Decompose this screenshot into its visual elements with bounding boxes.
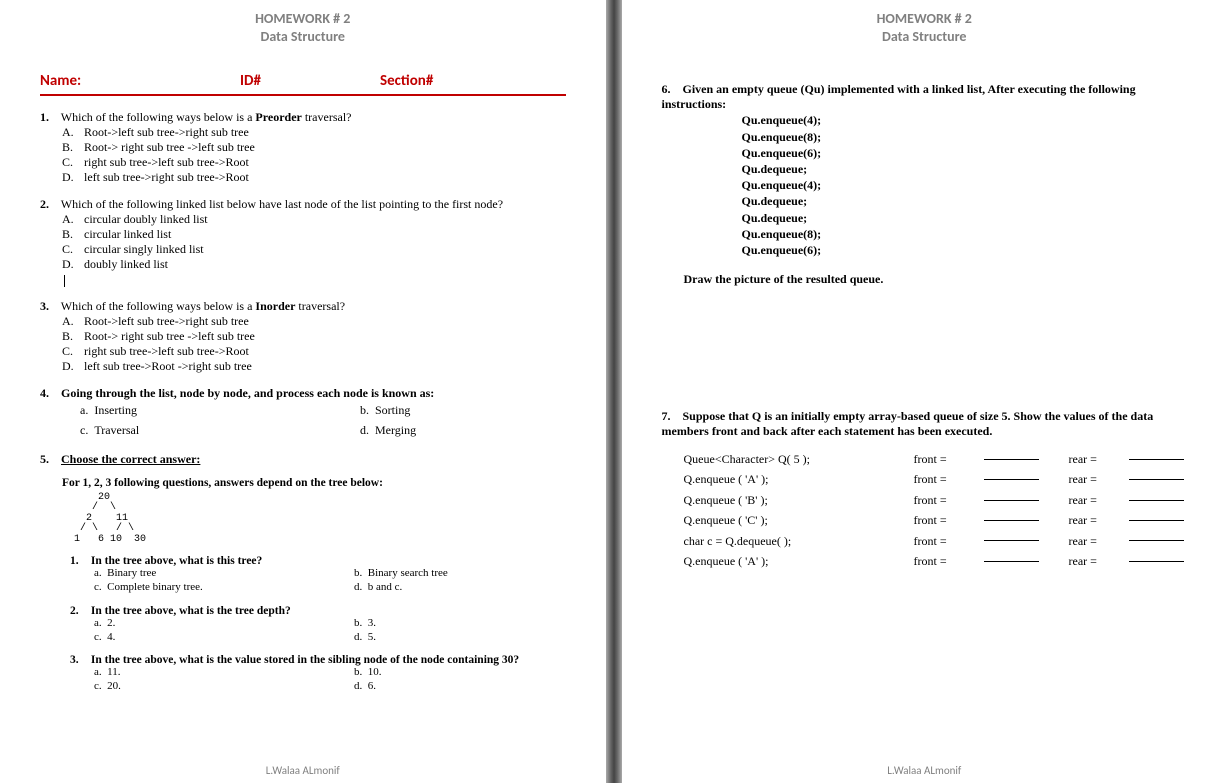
table-row: Queue<Character> Q( 5 ); front = rear = <box>684 449 1188 469</box>
page-1: HOMEWORK # 2 Data Structure Name: ID# Se… <box>0 0 606 783</box>
q2-options: A.circular doubly linked list B.circular… <box>62 212 566 287</box>
tree-diagram: 20 / \ 2 11 / \ / \ 1 6 10 30 <box>62 493 566 546</box>
text-cursor <box>64 275 65 287</box>
q3-number: 3. <box>40 299 58 314</box>
blank-line <box>1129 449 1184 460</box>
header-subtitle: Data Structure <box>40 28 566 46</box>
q1-number: 1. <box>40 110 58 125</box>
q1-text: Which of the following ways below is a P… <box>61 110 352 124</box>
q5-head: Choose the correct answer: <box>61 452 200 466</box>
section-label: Section# <box>380 72 433 90</box>
name-label: Name: <box>40 72 240 90</box>
blank-line <box>984 490 1039 501</box>
blank-line <box>1129 551 1184 562</box>
table-row: Q.enqueue ( 'A' ); front = rear = <box>684 551 1188 571</box>
q1-options: A.Root->left sub tree->right sub tree B.… <box>62 125 566 185</box>
q6-code: Qu.enqueue(4); Qu.enqueue(8); Qu.enqueue… <box>742 112 1188 258</box>
page-header: HOMEWORK # 2 Data Structure <box>662 10 1188 46</box>
header-subtitle: Data Structure <box>662 28 1188 46</box>
q4-options: a. Inserting b. Sorting c. Traversal d. … <box>80 401 566 439</box>
page-footer: L.Walaa ALmonif <box>662 756 1188 777</box>
q3-options: A.Root->left sub tree->right sub tree B.… <box>62 314 566 374</box>
question-7: 7. Suppose that Q is an initially empty … <box>662 409 1188 571</box>
question-6: 6. Given an empty queue (Qu) implemented… <box>662 82 1188 287</box>
blank-line <box>1129 510 1184 521</box>
blank-line <box>984 510 1039 521</box>
student-info-row: Name: ID# Section# <box>40 72 566 90</box>
q5-number: 5. <box>40 452 58 467</box>
q4-number: 4. <box>40 386 58 401</box>
q7-table: Queue<Character> Q( 5 ); front = rear = … <box>684 449 1188 571</box>
q6-draw: Draw the picture of the resulted queue. <box>684 272 1188 287</box>
page-footer: L.Walaa ALmonif <box>40 756 566 777</box>
blank-line <box>984 449 1039 460</box>
q6-text: Given an empty queue (Qu) implemented wi… <box>662 82 1136 111</box>
blank-line <box>984 551 1039 562</box>
blank-line <box>984 531 1039 542</box>
question-5: 5. Choose the correct answer: For 1, 2, … <box>40 452 566 694</box>
q4-text: Going through the list, node by node, an… <box>61 386 434 400</box>
blank-line <box>984 469 1039 480</box>
q3-text: Which of the following ways below is a I… <box>61 299 345 313</box>
page-divider <box>606 0 622 783</box>
q5-subheader: For 1, 2, 3 following questions, answers… <box>62 477 566 489</box>
id-label: ID# <box>240 72 380 90</box>
table-row: Q.enqueue ( 'B' ); front = rear = <box>684 490 1188 510</box>
red-rule <box>40 94 566 96</box>
page-header: HOMEWORK # 2 Data Structure <box>40 10 566 46</box>
q7-number: 7. <box>662 409 680 424</box>
question-4: 4. Going through the list, node by node,… <box>40 386 566 439</box>
q5-sub2: 2. In the tree above, what is the tree d… <box>70 605 566 645</box>
q5-sub3: 3. In the tree above, what is the value … <box>70 654 566 694</box>
blank-line <box>1129 490 1184 501</box>
question-3: 3. Which of the following ways below is … <box>40 299 566 374</box>
header-title: HOMEWORK # 2 <box>662 10 1188 28</box>
blank-line <box>1129 531 1184 542</box>
question-2: 2. Which of the following linked list be… <box>40 197 566 287</box>
question-1: 1. Which of the following ways below is … <box>40 110 566 185</box>
page-2: HOMEWORK # 2 Data Structure 6. Given an … <box>622 0 1227 783</box>
q7-text: Suppose that Q is an initially empty arr… <box>662 409 1154 438</box>
q2-text: Which of the following linked list below… <box>61 197 503 211</box>
table-row: Q.enqueue ( 'A' ); front = rear = <box>684 469 1188 489</box>
blank-line <box>1129 469 1184 480</box>
table-row: Q.enqueue ( 'C' ); front = rear = <box>684 510 1188 530</box>
q6-number: 6. <box>662 82 680 97</box>
q2-number: 2. <box>40 197 58 212</box>
q5-sub1: 1. In the tree above, what is this tree?… <box>70 555 566 595</box>
table-row: char c = Q.dequeue( ); front = rear = <box>684 531 1188 551</box>
header-title: HOMEWORK # 2 <box>40 10 566 28</box>
